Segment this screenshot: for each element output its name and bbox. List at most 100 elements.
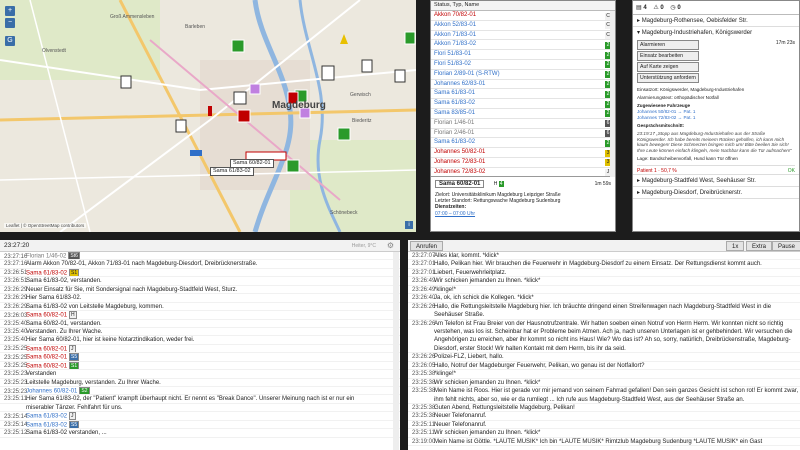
call-button[interactable]: Anrufen [410,241,444,251]
unit-row[interactable]: Flori 51/83-01 2 [431,50,615,60]
units-scrollbar[interactable] [610,11,615,177]
alarm-button[interactable]: Alarmieren [637,40,699,50]
tab-timers[interactable]: ◷ 0 [670,5,680,11]
vehicle-label[interactable]: Sama 61/83-02 [210,167,254,176]
units-list[interactable]: Akkon 70/82-01 C Akkon 52/83-01 C Akkon 71/8… [431,11,615,177]
unit-row[interactable]: Akkon 70/82-01 C [431,11,615,21]
unit-name: Florian 1/46-01 [434,119,475,126]
radio-text: *klinge!* [434,371,457,378]
radio-row: 23:26:05Hallo, Notruf der Magdeburger Fe… [408,362,800,371]
incident-row-active[interactable]: ▾ Magdeburg-Industriehafen, Königswerder [633,27,799,38]
log-unit[interactable]: Sama 60/82-01 [26,313,67,319]
unit-row[interactable]: Sama 61/83-02 2 [431,99,615,109]
log-unit[interactable]: Sama 61/83-02 [26,414,67,420]
unit-row[interactable]: Johannes 62/83-01 2 [431,80,615,90]
unit-row[interactable]: Akkon 71/83-01 C [431,31,615,41]
radio-text: Polizei-FLZ, Liebert, hallo. [434,354,504,361]
log-row: 23:25:14Sama 61/83-02 J [0,412,400,421]
unit-row[interactable]: Flori 51/83-02 2 [431,60,615,70]
map-place-label: Barleben [185,24,206,30]
unit-row[interactable]: Florian 2/46-01 6 [431,129,615,139]
incident-tabs: ▤ 4 ⚠ 0 ◷ 0 [633,1,799,15]
unit-row[interactable]: Florian 2/89-01 (S-RTW) 2 [431,70,615,80]
unit-row[interactable]: Akkon 52/83-01 C [431,21,615,31]
radio-time: 23:25:38 [412,404,436,411]
map-canvas[interactable] [0,0,416,232]
incident-row[interactable]: ▸ Magdeburg-Stadtfeld West, Seehäuser St… [633,173,799,187]
radio-row: 23:25:11Neuer Telefonanruf. [408,421,800,430]
unit-detail: Sama 60/82-01 H 4 1m 59s Zielort: Univer… [435,180,611,217]
radio-list[interactable]: 23:27:07Alles klar, kommt. *klick* 23:27:… [408,252,800,447]
log-row: 23:27:16Florian 1/46-02 St6 [0,252,400,261]
radio-time: 23:26:26 [412,303,436,310]
log-row: miserabler Tänzer. Fehlfahrt für uns. [0,404,400,413]
incident-panel: ▤ 4 ⚠ 0 ◷ 0 ▸ Magdeburg-Rothensee, Oebis… [632,0,800,232]
map-place-label: Olvenstedt [42,48,66,54]
incident-row[interactable]: ▸ Magdeburg-Rothensee, Oebisfelder Str. [633,15,799,27]
pause-button[interactable]: Pause [772,241,800,251]
incident-protocol: 23:19:17 „Stopp aus Magdeburg-Industrieh… [637,130,792,154]
log-text: Neuer Einsatz für Sie, mit Sondersignal … [26,286,238,293]
log-time: 23:25:12 [4,430,28,437]
map-place-label: Schönebeck [330,210,358,216]
log-time: 23:25:25 [4,363,28,370]
unit-name: Akkon 70/82-01 [434,12,477,18]
radio-panel: Anrufen 1x Extra Pause 23:27:07Alles kla… [408,240,800,450]
radio-row: 23:26:49*klinge!* [408,286,800,295]
log-status-tag: S5 [69,420,80,429]
zoom-in-button[interactable]: + [5,6,15,16]
log-unit[interactable]: Sama 61/83-02 [26,422,67,428]
unit-name: Sama 83/85-01 [434,109,476,116]
unit-name: Akkon 52/83-01 [434,21,477,28]
log-unit[interactable]: Sama 60/82-01 [26,355,67,361]
unit-row[interactable]: Johannes 50/82-01 3 [431,148,615,158]
unit-row[interactable]: Florian 1/46-01 6 [431,119,615,129]
log-status-tag: H [69,311,77,319]
map-panel[interactable]: + − G Sama 60/82-01 Sama 61/83-02 Olvens… [0,0,416,232]
extra-button[interactable]: Extra [746,241,773,251]
unit-name: Florian 2/46-01 [434,129,475,136]
unit-detail-dienst[interactable]: 07:00 – 07:00 Uhr [435,211,611,217]
log-unit[interactable]: Johannes 60/82-01 [26,389,77,395]
map-place-label: Groß Ammensleben [110,14,155,20]
unit-row[interactable]: Sama 61/83-02 2 [431,138,615,149]
request-support-button[interactable]: Unterstützung anfordern [637,73,699,83]
radio-text: Wir schicken jemanden zu Ihnen. *klick* [434,430,541,437]
show-on-map-button[interactable]: Auf Karte zeigen [637,62,699,72]
unit-row[interactable]: Johannes 72/83-01 3 [431,158,615,168]
log-unit[interactable]: Sama 60/82-01 [26,363,67,369]
log-unit[interactable]: Sama 60/82-01 [26,346,67,352]
patient-ok: OK [787,167,795,174]
settings-icon[interactable]: ⚙ [387,241,394,250]
log-unit[interactable]: Florian 1/46-02 [26,254,66,260]
radio-row: 23:26:40Ja, ok, ich schick die Kollegen.… [408,294,800,303]
log-time: 23:26:29 [4,303,28,310]
unit-row[interactable]: Sama 61/83-01 2 [431,89,615,100]
incident-vehicle[interactable]: Johannes 72/83-02 → Pat. 1 [633,115,799,122]
log-time: 23:25:40 [4,337,28,344]
speed-1x-button[interactable]: 1x [726,241,745,251]
map-layer-button[interactable]: G [5,36,15,46]
units-header[interactable]: Status, Typ, Name [431,1,615,11]
log-list[interactable]: 23:27:16Florian 1/46-02 St6 23:27:16Alarm … [0,252,400,438]
incident-location: Einsatzort: Königswerder, Magdeburg-Indu… [637,87,745,92]
radio-time: 23:25:38 [412,413,436,420]
edit-incident-button[interactable]: Einsatz bearbeiten [637,51,699,61]
log-row: 23:25:25Sama 60/82-01 S5 [0,353,400,362]
unit-row[interactable]: Sama 83/85-01 2 [431,109,615,119]
unit-row[interactable]: Akkon 71/83-02 2 [431,40,615,51]
info-icon[interactable]: i [405,221,413,229]
tab-incidents[interactable]: ▤ 4 [636,5,647,11]
zoom-out-button[interactable]: − [5,18,15,28]
log-text: Verstanden. Zu Ihrer Wache. [26,328,103,335]
log-scrollbar[interactable] [393,252,399,450]
radio-row: 23:26:49Wir schicken jemanden zu Ihnen. … [408,277,800,286]
log-toolbar: 23:27:20 Heiter, 9°C ⚙ [0,240,400,252]
unit-row[interactable]: Johannes 72/83-02 J [431,168,615,176]
radio-time: 23:27:01 [412,269,436,276]
incident-row[interactable]: ▸ Magdeburg-Diesdorf, Dreibrücknerstr. [633,187,799,199]
tab-alarms[interactable]: ⚠ 0 [653,5,663,11]
log-row: 23:25:25Sama 60/82-01 J [0,344,400,354]
log-unit[interactable]: Sama 61/83-02 [26,270,67,276]
log-row: 23:25:40Hier Sama 60/82-01, hier ist kei… [0,336,400,345]
